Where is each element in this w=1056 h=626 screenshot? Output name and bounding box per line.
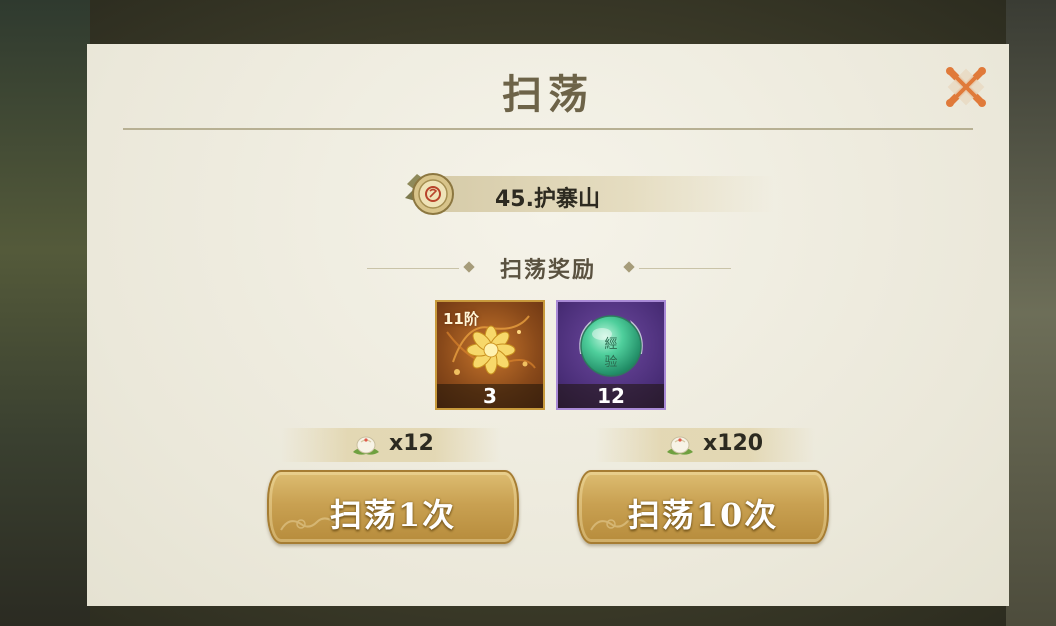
sweep-dialog: 扫荡 45.护寨山 扫荡奖励 11阶 3 經 验 12 x12 x120 扫荡1… xyxy=(87,44,1009,606)
sweep-ten-cost: x120 xyxy=(595,428,815,462)
title-divider xyxy=(123,128,973,130)
sweep-ten-label: 扫荡10次 xyxy=(627,496,779,534)
close-icon xyxy=(946,67,986,107)
stamina-bun-icon xyxy=(667,436,693,455)
sweep-once-label: 扫荡1次 xyxy=(329,496,457,534)
sweep-once-button[interactable]: 扫荡1次 xyxy=(267,470,519,544)
sweep-ten-button[interactable]: 扫荡10次 xyxy=(577,470,829,544)
experience-orb-icon: 經 验 xyxy=(579,315,643,377)
dialog-title: 扫荡 xyxy=(502,71,594,118)
reward-tier-label: 11阶 xyxy=(443,310,479,328)
orb-glyph-bottom: 验 xyxy=(604,354,617,370)
stamina-bun-icon xyxy=(353,436,379,455)
sweep-once-cost-value: x12 xyxy=(389,431,434,456)
stage-emblem-icon xyxy=(405,173,454,215)
reward-item-lotus[interactable]: 11阶 3 xyxy=(435,300,545,410)
stage-name: 45.护寨山 xyxy=(495,187,600,212)
section-line-right xyxy=(639,268,731,269)
reward-count: 12 xyxy=(558,384,664,408)
stage-banner: 45.护寨山 xyxy=(403,168,773,218)
background-right xyxy=(1006,0,1056,626)
orb-glyph-top: 經 xyxy=(604,337,617,352)
sweep-ten-cost-value: x120 xyxy=(703,431,764,456)
sweep-once-cost: x12 xyxy=(281,428,501,462)
reward-item-exp-orb[interactable]: 經 验 12 xyxy=(556,300,666,410)
background-left xyxy=(0,0,90,626)
reward-count: 3 xyxy=(437,384,543,408)
rewards-section-title: 扫荡奖励 xyxy=(499,258,596,283)
close-button[interactable] xyxy=(941,62,991,112)
